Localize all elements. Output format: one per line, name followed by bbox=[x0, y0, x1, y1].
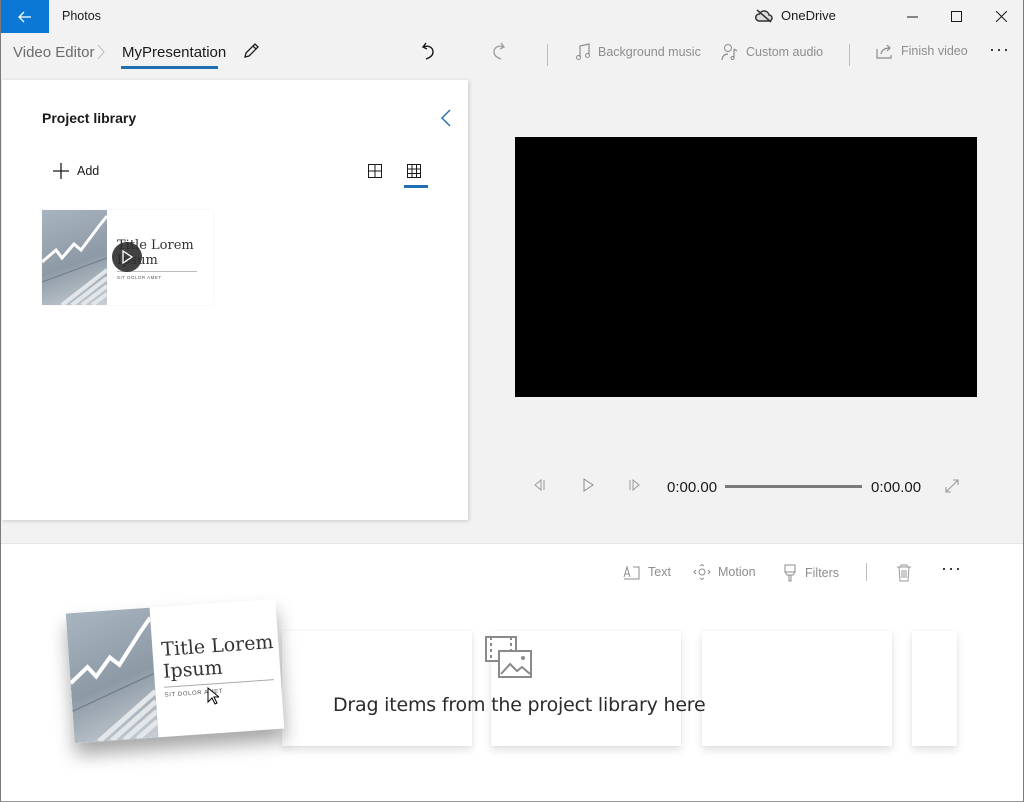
text-box-icon bbox=[623, 565, 640, 580]
motion-button[interactable]: Motion bbox=[693, 564, 756, 580]
paint-brush-icon bbox=[784, 564, 796, 582]
toolbar-divider bbox=[547, 44, 548, 66]
pencil-icon bbox=[244, 43, 259, 58]
current-time: 0:00.00 bbox=[667, 479, 718, 496]
title-bar: Photos OneDrive bbox=[1, 0, 1023, 33]
previous-frame-button[interactable] bbox=[532, 478, 546, 492]
dragging-library-item[interactable]: Title Lorem Ipsum SIT DOLOR AMET bbox=[65, 598, 285, 744]
share-export-icon bbox=[876, 44, 892, 59]
close-button[interactable] bbox=[978, 0, 1023, 33]
breadcrumb-active-indicator bbox=[121, 66, 218, 69]
minimize-icon bbox=[906, 16, 918, 18]
expand-icon bbox=[945, 479, 959, 493]
minimize-button[interactable] bbox=[889, 0, 935, 33]
add-label: Add bbox=[77, 164, 100, 178]
slide-title: Title Lorem Ipsum bbox=[160, 631, 275, 683]
custom-audio-label: Custom audio bbox=[746, 45, 824, 59]
toolbar-divider bbox=[849, 44, 850, 66]
music-note-icon bbox=[576, 43, 590, 60]
storyboard-slot bbox=[702, 631, 892, 746]
play-preview-button[interactable] bbox=[112, 242, 142, 272]
step-back-icon bbox=[534, 478, 545, 492]
breadcrumb-project-name[interactable]: MyPresentation bbox=[122, 44, 226, 61]
plus-icon bbox=[53, 163, 69, 179]
arrow-left-icon bbox=[18, 11, 31, 22]
filters-button[interactable]: Filters bbox=[782, 564, 839, 582]
play-icon bbox=[122, 250, 133, 264]
delete-button[interactable] bbox=[896, 564, 912, 587]
media-placeholder-icon bbox=[485, 636, 533, 683]
background-music-label: Background music bbox=[598, 45, 701, 59]
onedrive-status[interactable]: OneDrive bbox=[755, 8, 836, 23]
grid-2x2-icon bbox=[368, 164, 382, 178]
undo-icon bbox=[421, 42, 434, 60]
slide-subtitle: SIT DOLOR AMET bbox=[117, 275, 162, 280]
mouse-cursor-icon bbox=[207, 687, 219, 705]
storyboard-empty-message: Drag items from the project library here bbox=[333, 694, 706, 716]
video-preview[interactable] bbox=[515, 137, 977, 397]
storyboard-slot bbox=[912, 631, 957, 746]
cloud-off-icon bbox=[755, 8, 773, 23]
motion-icon bbox=[693, 564, 711, 580]
text-button[interactable]: Text bbox=[623, 564, 671, 580]
large-thumbnails-view-button[interactable] bbox=[368, 164, 382, 183]
person-audio-icon bbox=[721, 44, 738, 61]
view-active-indicator bbox=[404, 185, 428, 188]
maximize-button[interactable] bbox=[933, 0, 979, 33]
photos-window: Photos OneDrive Video Editor MyPresentat… bbox=[0, 0, 1024, 802]
fullscreen-button[interactable] bbox=[944, 478, 960, 499]
collapse-library-button[interactable] bbox=[440, 108, 452, 133]
finish-video-label: Finish video bbox=[901, 44, 968, 58]
storyboard-slot bbox=[282, 631, 472, 746]
close-icon bbox=[995, 11, 1007, 22]
command-bar: Video Editor MyPresentation Background m… bbox=[1, 33, 1023, 75]
next-frame-button[interactable] bbox=[628, 478, 642, 492]
onedrive-label: OneDrive bbox=[781, 8, 836, 23]
play-button[interactable] bbox=[581, 478, 595, 492]
undo-button[interactable] bbox=[421, 41, 439, 61]
slide-thumbnail-image bbox=[42, 210, 107, 305]
back-button[interactable] bbox=[1, 0, 49, 33]
total-time: 0:00.00 bbox=[871, 479, 922, 496]
text-label: Text bbox=[648, 565, 671, 579]
library-item[interactable]: Title Lorem Ipsum SIT DOLOR AMET bbox=[42, 210, 213, 305]
filters-label: Filters bbox=[805, 566, 840, 580]
maximize-icon bbox=[950, 11, 962, 22]
storyboard-toolbar-divider bbox=[866, 563, 867, 581]
step-forward-icon bbox=[629, 478, 640, 492]
more-options-button[interactable]: ··· bbox=[989, 39, 1010, 60]
small-thumbnails-view-button[interactable] bbox=[407, 164, 421, 183]
storyboard-more-button[interactable]: ··· bbox=[941, 558, 962, 579]
chevron-left-icon bbox=[441, 109, 451, 127]
project-library-panel: Project library Add Title Lorem SIT DOLO… bbox=[2, 80, 468, 520]
redo-button[interactable] bbox=[488, 41, 506, 61]
rename-button[interactable] bbox=[242, 42, 260, 65]
slide-thumbnail-image bbox=[65, 607, 159, 744]
play-icon bbox=[583, 478, 594, 492]
custom-audio-button[interactable]: Custom audio bbox=[721, 43, 823, 61]
motion-label: Motion bbox=[718, 565, 756, 579]
chevron-right-icon bbox=[97, 44, 105, 60]
app-title: Photos bbox=[62, 9, 101, 23]
finish-video-button[interactable]: Finish video bbox=[876, 43, 968, 59]
background-music-button[interactable]: Background music bbox=[575, 43, 701, 61]
add-button[interactable]: Add bbox=[53, 163, 99, 179]
trash-icon bbox=[897, 564, 911, 582]
project-library-title: Project library bbox=[42, 110, 137, 126]
redo-icon bbox=[493, 42, 506, 60]
breadcrumb-video-editor[interactable]: Video Editor bbox=[13, 44, 94, 61]
grid-3x3-icon bbox=[407, 164, 421, 178]
seek-bar[interactable] bbox=[725, 485, 862, 488]
